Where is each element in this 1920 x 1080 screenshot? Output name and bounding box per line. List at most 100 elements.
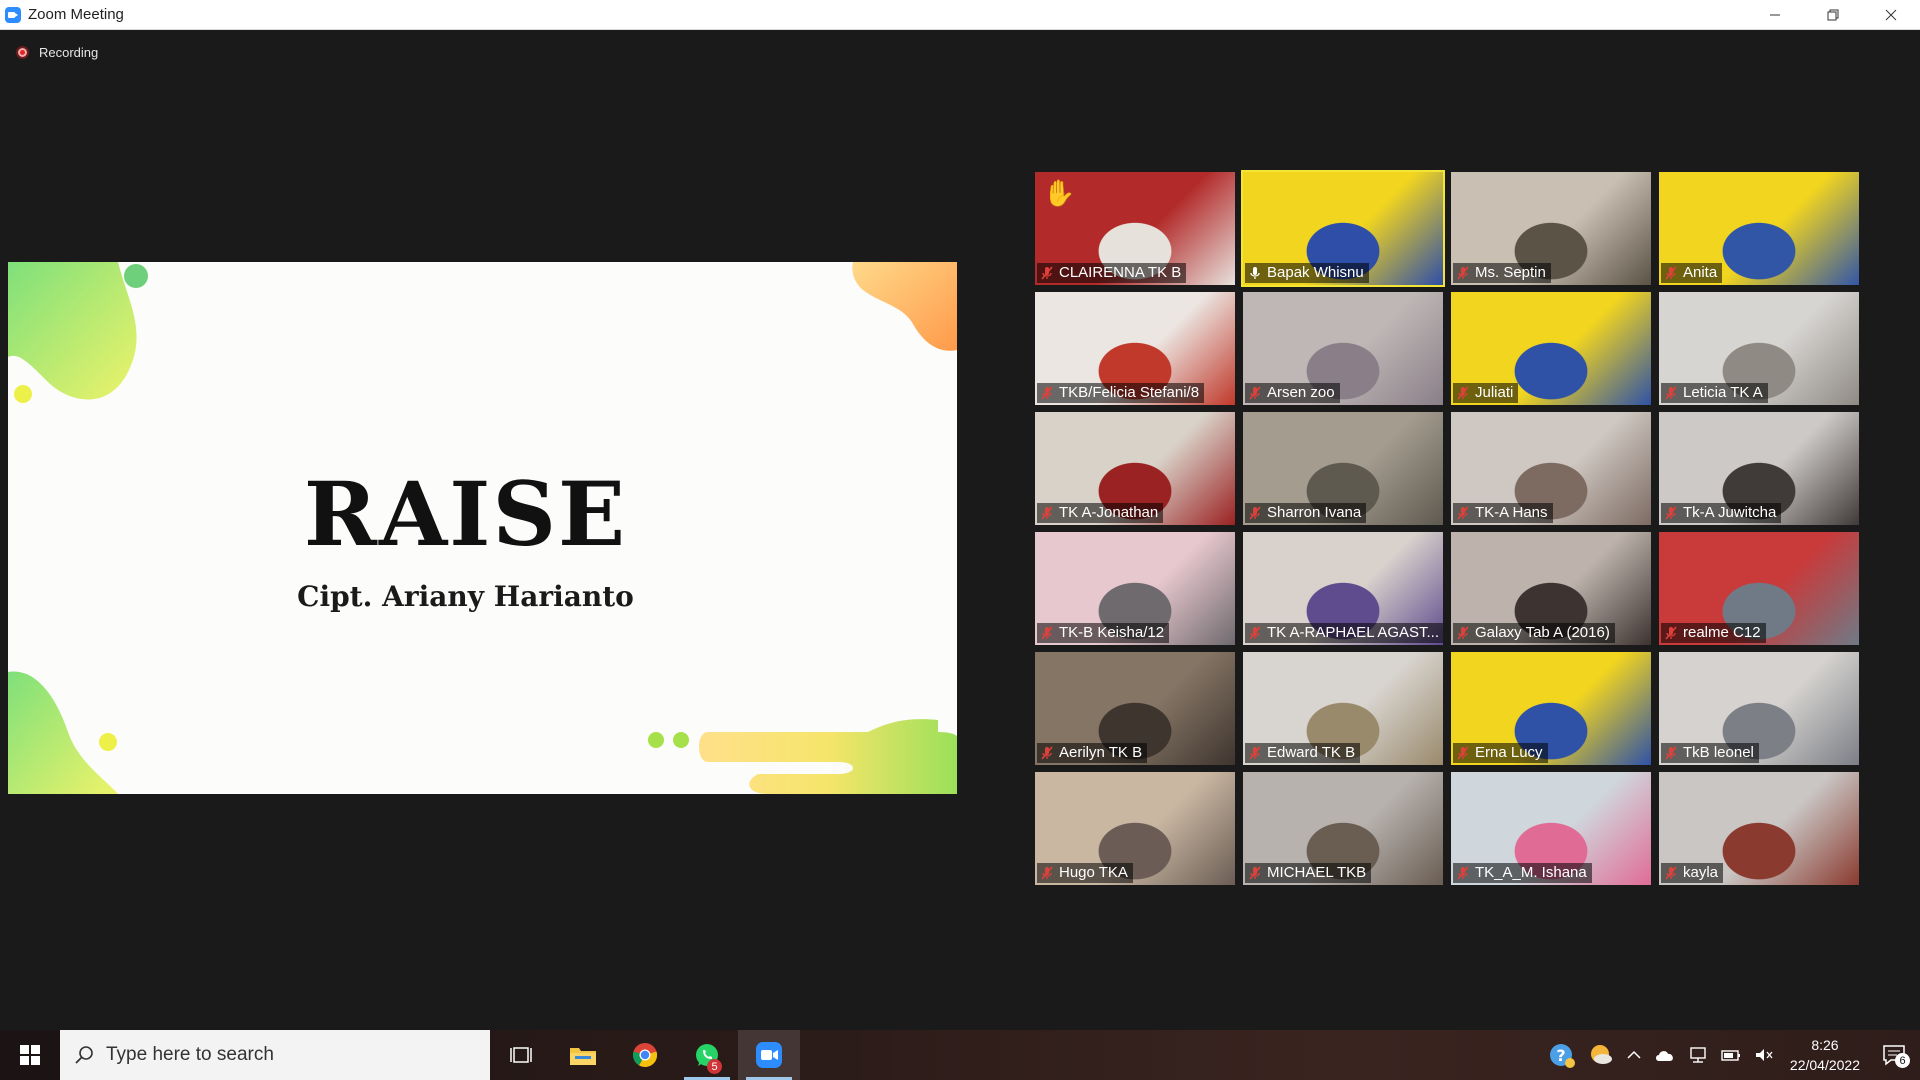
participant-name-label: Edward TK B: [1245, 743, 1361, 763]
participant-tile[interactable]: TKB/Felicia Stefani/8: [1035, 292, 1235, 405]
mic-muted-icon: [1249, 385, 1261, 400]
participant-name: kayla: [1683, 864, 1719, 881]
participant-name: Sharron Ivana: [1267, 504, 1362, 521]
participant-name: Ms. Septin: [1475, 264, 1546, 281]
close-button[interactable]: [1862, 0, 1920, 29]
window-controls: [1746, 0, 1920, 29]
participant-name: MICHAEL TKB: [1267, 864, 1367, 881]
participant-tile[interactable]: TK A-Jonathan: [1035, 412, 1235, 525]
raised-hand-icon: ✋: [1043, 178, 1076, 208]
participant-name: Aerilyn TK B: [1059, 744, 1143, 761]
participant-name-label: Sharron Ivana: [1245, 503, 1367, 523]
taskbar-search-input[interactable]: Type here to search: [60, 1030, 490, 1080]
participant-name-label: Bapak Whisnu: [1245, 263, 1369, 283]
participant-tile[interactable]: TK-B Keisha/12: [1035, 532, 1235, 645]
participant-tile[interactable]: Arsen zoo: [1243, 292, 1443, 405]
restore-button[interactable]: [1804, 0, 1862, 29]
mic-muted-icon: [1041, 625, 1053, 640]
window-title: Zoom Meeting: [28, 6, 124, 23]
whatsapp-button[interactable]: 5: [676, 1030, 738, 1080]
search-icon: [75, 1046, 93, 1064]
network-tray-button[interactable]: [1688, 1046, 1708, 1064]
participant-name: Anita: [1683, 264, 1718, 281]
clock-time: 8:26: [1811, 1037, 1839, 1053]
recording-indicator[interactable]: Recording: [16, 45, 98, 60]
participant-tile[interactable]: Ms. Septin: [1451, 172, 1651, 285]
participant-name: Erna Lucy: [1475, 744, 1543, 761]
onedrive-tray-button[interactable]: [1654, 1047, 1676, 1063]
start-button[interactable]: [0, 1030, 60, 1080]
participant-name: realme C12: [1683, 624, 1761, 641]
mic-muted-icon: [1665, 745, 1677, 760]
show-hidden-icons-button[interactable]: [1626, 1047, 1642, 1063]
participant-tile[interactable]: Juliati: [1451, 292, 1651, 405]
svg-text:?: ?: [1556, 1046, 1565, 1065]
participant-tile[interactable]: Tk-A Juwitcha: [1659, 412, 1859, 525]
participant-name-label: realme C12: [1661, 623, 1766, 643]
mic-muted-icon: [1249, 505, 1261, 520]
zoom-icon: [756, 1042, 782, 1068]
mic-muted-icon: [1457, 625, 1469, 640]
participant-name-label: Anita: [1661, 263, 1723, 283]
participant-name: Tk-A Juwitcha: [1683, 504, 1777, 521]
help-tray-button[interactable]: ?: [1548, 1041, 1576, 1069]
participant-name: TK-B Keisha/12: [1059, 624, 1165, 641]
folder-icon: [570, 1048, 596, 1065]
task-view-button[interactable]: [490, 1030, 552, 1080]
participant-tile[interactable]: Leticia TK A: [1659, 292, 1859, 405]
shared-screen: RAISE Cipt. Ariany Harianto: [8, 262, 957, 794]
participant-tile[interactable]: Erna Lucy: [1451, 652, 1651, 765]
window-title-bar: Zoom Meeting: [0, 0, 1920, 30]
windows-logo-icon: [20, 1045, 40, 1065]
participant-tile[interactable]: Sharron Ivana: [1243, 412, 1443, 525]
file-explorer-button[interactable]: [552, 1030, 614, 1080]
participant-tile[interactable]: TK_A_M. Ishana: [1451, 772, 1651, 885]
recording-icon: [16, 46, 29, 59]
chrome-icon: [632, 1043, 658, 1068]
participant-name: Arsen zoo: [1267, 384, 1335, 401]
volume-muted-icon: [1755, 1049, 1773, 1061]
participant-tile[interactable]: ✋ CLAIRENNA TK B: [1035, 172, 1235, 285]
mic-muted-icon: [1041, 505, 1053, 520]
participant-tile[interactable]: kayla: [1659, 772, 1859, 885]
participant-tile[interactable]: Edward TK B: [1243, 652, 1443, 765]
participant-name-label: Juliati: [1453, 383, 1519, 403]
minimize-button[interactable]: [1746, 0, 1804, 29]
participant-tile[interactable]: TkB leonel: [1659, 652, 1859, 765]
participant-tile[interactable]: Hugo TKA: [1035, 772, 1235, 885]
notifications-button[interactable]: 6: [1882, 1044, 1910, 1068]
participant-tile[interactable]: MICHAEL TKB: [1243, 772, 1443, 885]
participant-tile[interactable]: Galaxy Tab A (2016): [1451, 532, 1651, 645]
mic-muted-icon: [1665, 865, 1677, 880]
mic-muted-icon: [1249, 745, 1261, 760]
participant-name: Juliati: [1475, 384, 1514, 401]
participant-name-label: CLAIRENNA TK B: [1037, 263, 1187, 283]
participant-name-label: Hugo TKA: [1037, 863, 1133, 883]
participant-tile[interactable]: realme C12: [1659, 532, 1859, 645]
mic-muted-icon: [1457, 505, 1469, 520]
participant-name-label: TK-B Keisha/12: [1037, 623, 1170, 643]
participant-tile[interactable]: Aerilyn TK B: [1035, 652, 1235, 765]
participant-tile[interactable]: TK-A Hans: [1451, 412, 1651, 525]
volume-tray-button[interactable]: [1754, 1047, 1774, 1063]
taskbar-clock[interactable]: 8:26 22/04/2022: [1790, 1035, 1860, 1075]
participant-name-label: Galaxy Tab A (2016): [1453, 623, 1615, 643]
participant-name: TK A-Jonathan: [1059, 504, 1159, 521]
minimize-icon: [1770, 14, 1780, 15]
slide-subtitle: Cipt. Ariany Harianto: [297, 580, 634, 613]
mic-muted-icon: [1457, 385, 1469, 400]
mic-muted-icon: [1665, 505, 1677, 520]
zoom-button[interactable]: [738, 1030, 800, 1080]
notifications-count: 6: [1895, 1053, 1910, 1068]
participant-name: Edward TK B: [1267, 744, 1356, 761]
weather-tray-button[interactable]: [1588, 1042, 1614, 1068]
restore-icon: [1827, 9, 1839, 20]
participant-name: Hugo TKA: [1059, 864, 1128, 881]
participant-tile[interactable]: Bapak Whisnu: [1241, 170, 1445, 287]
participant-name: TKB/Felicia Stefani/8: [1059, 384, 1200, 401]
participant-tile[interactable]: Anita: [1659, 172, 1859, 285]
battery-tray-button[interactable]: [1720, 1047, 1742, 1063]
chrome-button[interactable]: [614, 1030, 676, 1080]
participant-tile[interactable]: TK A-RAPHAEL AGAST...: [1243, 532, 1443, 645]
system-tray: ? 8:26 22/04/2022 6: [1542, 1030, 1920, 1080]
